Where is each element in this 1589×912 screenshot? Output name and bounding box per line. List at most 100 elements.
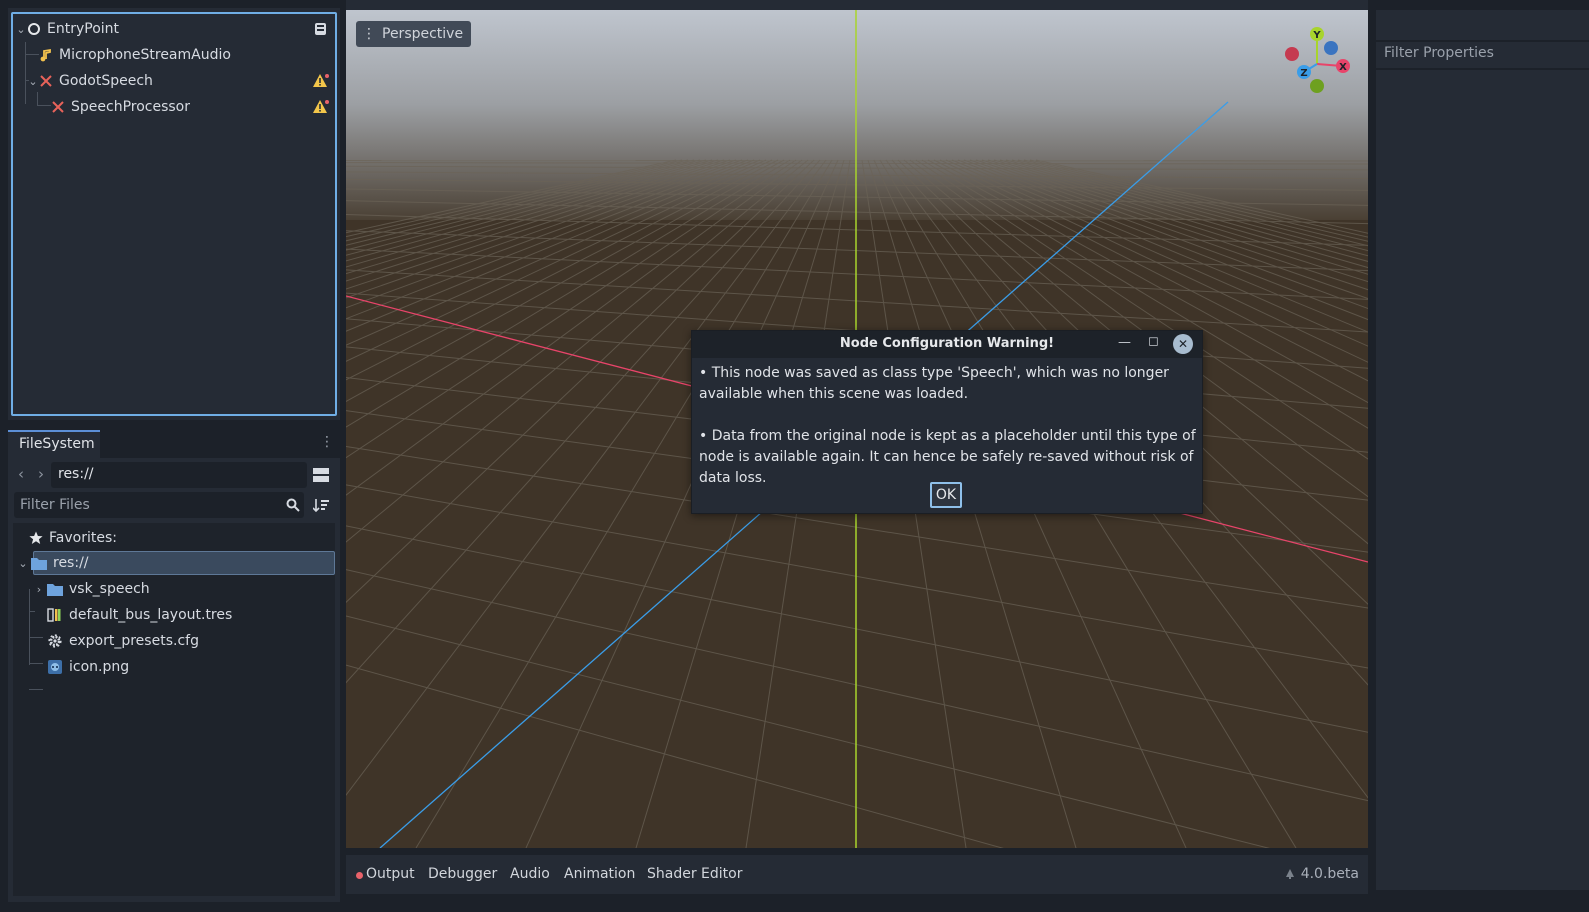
- kebab-menu-icon[interactable]: ⋮: [320, 434, 334, 450]
- sort-icon[interactable]: [313, 497, 329, 513]
- node3d-circle-icon: [28, 23, 40, 35]
- fs-item-res[interactable]: ⌄ res://: [17, 551, 339, 575]
- bottom-panel-bar: Output Debugger Audio Animation Shader E…: [346, 855, 1368, 894]
- grid-line: [346, 569, 1368, 802]
- chevron-right-icon[interactable]: ›: [33, 583, 45, 596]
- inspector-toolbar: [1376, 10, 1589, 40]
- tab-animation[interactable]: Animation: [564, 866, 635, 882]
- image-icon: [48, 660, 62, 674]
- filter-files-input[interactable]: [14, 492, 304, 518]
- tree-guide: [29, 589, 30, 665]
- ok-button[interactable]: OK: [930, 482, 962, 508]
- split-mode-icon[interactable]: [313, 467, 329, 483]
- script-icon[interactable]: [313, 21, 329, 37]
- grid-line: [346, 664, 1004, 848]
- viewport-toolbar: [346, 0, 1368, 10]
- filesystem-filter: [8, 490, 340, 520]
- svg-text:Y: Y: [1312, 30, 1321, 41]
- tree-guide: [25, 42, 26, 104]
- inspector-dock: Filter Properties: [1376, 0, 1589, 902]
- chevron-down-icon[interactable]: ⌄: [17, 557, 29, 570]
- grid-line: [346, 525, 1368, 733]
- tree-guide: [29, 611, 35, 612]
- 3d-viewport[interactable]: ⋮ Perspective Y X Z Node Configuration W…: [346, 10, 1368, 848]
- favorites-label: Favorites:: [49, 530, 117, 546]
- grid-line: [346, 248, 1368, 300]
- fs-item-label: icon.png: [69, 659, 130, 675]
- perspective-label: Perspective: [382, 26, 464, 42]
- grid-line: [346, 615, 1270, 848]
- scene-tree[interactable]: ⌄ EntryPoint MicrophoneStreamAudio ⌄ God…: [11, 12, 337, 416]
- path-field[interactable]: res://: [51, 462, 307, 488]
- tree-guide: [25, 54, 39, 55]
- gear-icon: [48, 634, 62, 648]
- inspector-body: [1376, 70, 1589, 890]
- tree-guide: [37, 105, 51, 106]
- star-icon: [29, 531, 43, 544]
- folder-icon: [47, 584, 63, 596]
- tab-debugger[interactable]: Debugger: [428, 866, 497, 882]
- error-dot-icon: [356, 872, 363, 879]
- filesystem-dock: FileSystem ⋮ ‹ › res:// Favorites: ⌄ res…: [8, 428, 340, 902]
- tree-item-label: MicrophoneStreamAudio: [59, 47, 231, 63]
- fs-item-icon-png[interactable]: icon.png: [47, 655, 363, 679]
- tree-guide: [29, 637, 43, 638]
- scene-dock: ⌄ EntryPoint MicrophoneStreamAudio ⌄ God…: [8, 8, 340, 420]
- bus-layout-icon: [47, 608, 61, 622]
- missing-node-icon: [40, 75, 52, 87]
- warning-icon[interactable]: [313, 73, 329, 89]
- filesystem-nav: ‹ › res://: [8, 460, 340, 490]
- forward-icon[interactable]: ›: [38, 465, 44, 483]
- grid-line: [346, 159, 731, 282]
- version-label: 4.0.beta: [1300, 866, 1359, 882]
- folder-icon: [31, 558, 47, 570]
- fs-item-default-bus-layout[interactable]: default_bus_layout.tres: [47, 603, 363, 627]
- grid-line: [346, 159, 707, 256]
- dialog-title-bar[interactable]: Node Configuration Warning! — ◻ ✕: [692, 331, 1202, 358]
- fs-item-vsk-speech[interactable]: › vsk_speech: [33, 577, 349, 601]
- maximize-icon[interactable]: ◻: [1148, 334, 1159, 349]
- audio-stream-icon: [40, 48, 51, 62]
- favorites-row[interactable]: Favorites:: [29, 526, 345, 550]
- grid-line: [346, 269, 1368, 333]
- dialog-message: • This node was saved as class type 'Spe…: [699, 365, 1169, 402]
- tree-guide: [37, 92, 38, 106]
- notification-icon[interactable]: [1284, 868, 1296, 880]
- chevron-down-icon[interactable]: ⌄: [15, 23, 27, 36]
- perspective-menu-button[interactable]: ⋮ Perspective: [356, 21, 472, 47]
- tree-guide: [29, 689, 43, 690]
- fs-item-export-presets[interactable]: export_presets.cfg: [47, 629, 363, 653]
- tree-item-label: GodotSpeech: [59, 73, 153, 89]
- svg-text:Z: Z: [1300, 68, 1307, 79]
- tree-item-microphone[interactable]: MicrophoneStreamAudio: [39, 43, 335, 67]
- tree-item-label: SpeechProcessor: [71, 99, 190, 115]
- close-button[interactable]: ✕: [1173, 334, 1193, 354]
- node-configuration-warning-dialog: Node Configuration Warning! — ◻ ✕ • This…: [691, 330, 1203, 514]
- tab-shader-editor[interactable]: Shader Editor: [647, 866, 742, 882]
- back-icon[interactable]: ‹: [18, 465, 24, 483]
- dialog-message: • Data from the original node is kept as…: [699, 428, 1196, 486]
- tree-guide: [29, 663, 43, 664]
- grid-line: [346, 230, 1368, 272]
- view-gizmo[interactable]: Y X Z: [1276, 24, 1356, 100]
- tree-item-speechprocessor[interactable]: SpeechProcessor: [51, 95, 335, 119]
- chevron-down-icon[interactable]: ⌄: [27, 75, 39, 88]
- tree-item-entrypoint[interactable]: ⌄ EntryPoint: [15, 17, 335, 41]
- minimize-icon[interactable]: —: [1118, 335, 1131, 350]
- tab-output[interactable]: Output: [366, 866, 415, 882]
- search-icon: [286, 498, 300, 512]
- filesystem-tabbar: FileSystem ⋮: [8, 428, 340, 458]
- fs-item-label: export_presets.cfg: [69, 633, 199, 649]
- tree-item-godotspeech[interactable]: ⌄ GodotSpeech: [27, 69, 335, 93]
- filesystem-tree[interactable]: Favorites: ⌄ res:// › vsk_speech default…: [13, 523, 335, 896]
- grid-line: [346, 159, 737, 290]
- filter-properties-input[interactable]: Filter Properties: [1376, 42, 1589, 68]
- warning-icon[interactable]: [313, 99, 329, 115]
- fs-item-label: vsk_speech: [69, 581, 150, 597]
- tab-audio[interactable]: Audio: [510, 866, 550, 882]
- close-icon: ✕: [1177, 337, 1189, 351]
- tab-filesystem[interactable]: FileSystem: [8, 430, 100, 458]
- svg-text:X: X: [1339, 62, 1347, 73]
- grid-line: [346, 159, 749, 309]
- missing-node-icon: [52, 101, 64, 113]
